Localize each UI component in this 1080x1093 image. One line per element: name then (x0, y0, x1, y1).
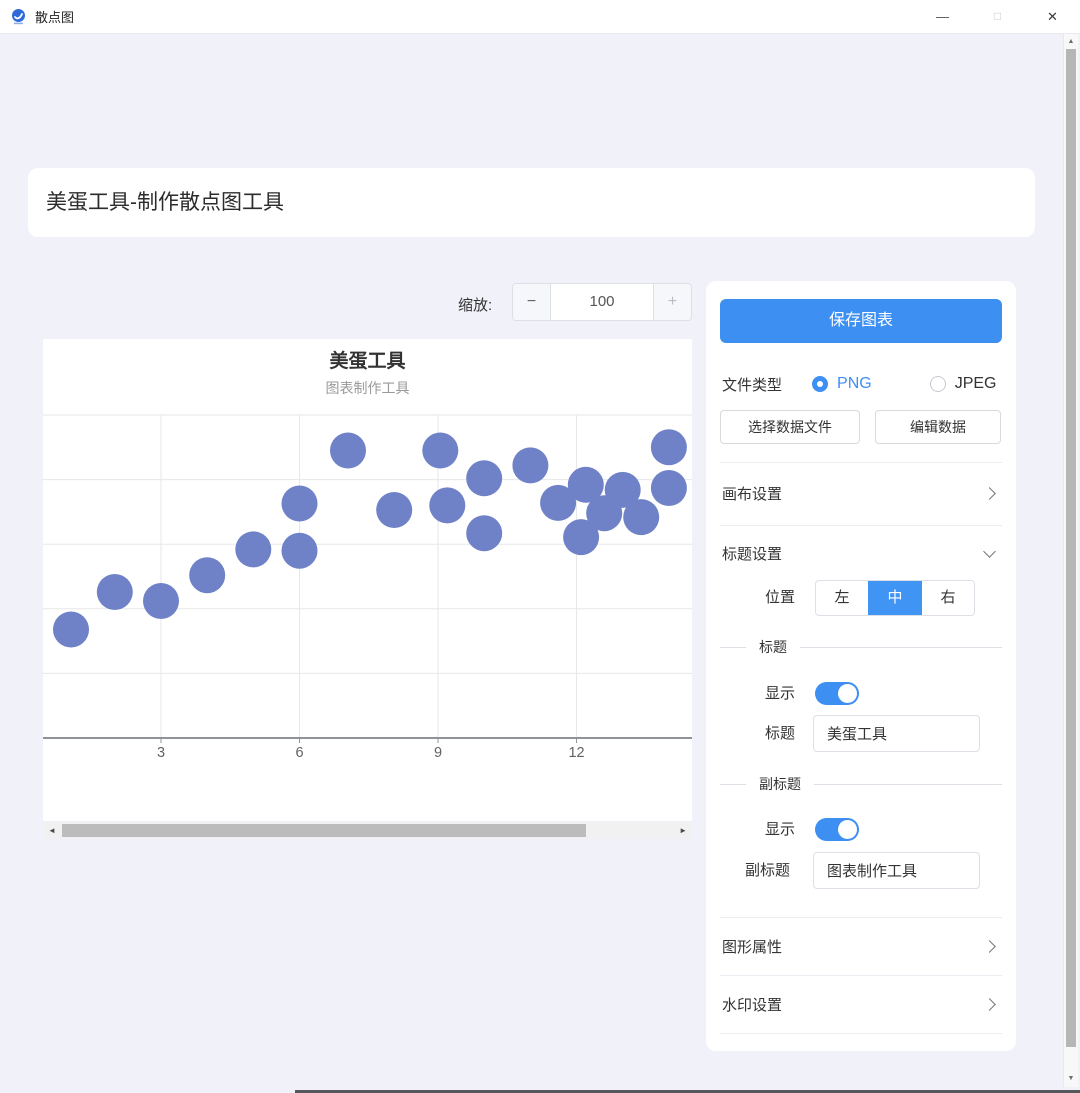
chevron-right-icon (983, 487, 996, 500)
title-bar: 散点图 — □ ✕ (0, 0, 1080, 34)
title-position-segmented: 左 中 右 (815, 580, 975, 616)
scroll-down-icon[interactable]: ▼ (1064, 1075, 1078, 1082)
x-axis-tick-label: 3 (157, 745, 165, 761)
scatter-point (376, 492, 412, 528)
chart-title: 美蛋工具 (329, 349, 405, 372)
position-left-option[interactable]: 左 (816, 581, 868, 615)
subtitle-show-toggle[interactable] (815, 818, 859, 841)
file-type-row: 文件类型 PNG JPEG (722, 372, 996, 396)
scatter-point (282, 533, 318, 569)
zoom-increase-button[interactable]: + (653, 284, 691, 320)
subtitle-show-label: 显示 (765, 818, 795, 842)
scatter-point (429, 487, 465, 523)
divider (720, 1033, 1002, 1034)
x-axis-tick-label: 9 (434, 745, 442, 761)
section-graph-properties[interactable]: 图形属性 (720, 917, 1002, 975)
title-group-divider: 标题 (720, 637, 1002, 657)
radio-jpeg-icon[interactable] (930, 376, 946, 392)
radio-png-icon[interactable] (812, 376, 828, 392)
app-logo-icon (10, 8, 27, 25)
scatter-point (235, 531, 271, 567)
chart-card: 3 6 9 12 美蛋工具 图表制作工具 (43, 339, 692, 821)
section-title-settings[interactable]: 标题设置 (720, 525, 1002, 581)
scatter-point (143, 583, 179, 619)
zoom-label: 缩放: (458, 294, 492, 315)
section-watermark-label: 水印设置 (720, 994, 782, 1015)
title-show-label: 显示 (765, 682, 795, 706)
scatter-point (651, 470, 687, 506)
toggle-knob (838, 684, 857, 703)
scroll-up-icon[interactable]: ▲ (1064, 38, 1078, 45)
position-right-option[interactable]: 右 (922, 581, 974, 615)
close-button[interactable]: ✕ (1025, 0, 1080, 33)
section-title-label: 标题设置 (720, 543, 782, 564)
toggle-knob (838, 820, 857, 839)
radio-jpeg-label[interactable]: JPEG (955, 375, 997, 393)
page-title: 美蛋工具-制作散点图工具 (28, 168, 1035, 237)
scatter-point (651, 429, 687, 465)
zoom-value[interactable]: 100 (551, 284, 653, 320)
page-vertical-scrollbar[interactable]: ▲ ▼ (1063, 33, 1078, 1087)
position-center-option[interactable]: 中 (868, 580, 922, 616)
divider-line (814, 784, 1002, 785)
save-chart-button[interactable]: 保存图表 (720, 299, 1002, 343)
scatter-point (97, 574, 133, 610)
vertical-scrollbar-thumb[interactable] (1066, 49, 1076, 1047)
divider-line (800, 647, 1002, 648)
scatter-point (189, 557, 225, 593)
scatter-point (422, 433, 458, 469)
x-axis-tick-label: 12 (568, 745, 584, 761)
scatter-point (623, 499, 659, 535)
scatter-point (512, 447, 548, 483)
scroll-left-icon[interactable]: ◄ (48, 822, 56, 839)
file-type-label: 文件类型 (722, 374, 782, 395)
x-axis-tick-label: 6 (295, 745, 303, 761)
header-card: 美蛋工具-制作散点图工具 (28, 168, 1035, 237)
radio-png-label[interactable]: PNG (837, 375, 872, 393)
scroll-right-icon[interactable]: ► (679, 822, 687, 839)
chart-horizontal-scrollbar[interactable]: ◄ ► (43, 822, 692, 839)
title-show-toggle[interactable] (815, 682, 859, 705)
divider-line (720, 647, 746, 648)
divider-line (720, 784, 746, 785)
section-watermark-settings[interactable]: 水印设置 (720, 975, 1002, 1033)
chevron-right-icon (983, 998, 996, 1011)
section-canvas-label: 画布设置 (720, 483, 782, 504)
title-input[interactable] (813, 715, 980, 752)
scatter-point (466, 460, 502, 496)
zoom-decrease-button[interactable]: − (513, 284, 551, 320)
scatter-chart: 3 6 9 12 美蛋工具 图表制作工具 (43, 339, 692, 821)
subtitle-input[interactable] (813, 852, 980, 889)
select-data-file-button[interactable]: 选择数据文件 (720, 410, 860, 444)
scatter-point (466, 515, 502, 551)
chart-subtitle: 图表制作工具 (326, 380, 410, 396)
horizontal-scrollbar-thumb[interactable] (62, 824, 586, 837)
subtitle-group-label: 副标题 (759, 774, 801, 794)
scatter-point (330, 433, 366, 469)
zoom-stepper: − 100 + (512, 283, 692, 321)
scatter-point (53, 612, 89, 648)
settings-panel: 保存图表 文件类型 PNG JPEG 选择数据文件 编辑数据 画布设置 标题设置… (706, 281, 1016, 1051)
window-title: 散点图 (35, 7, 74, 26)
title-group-label: 标题 (759, 637, 787, 657)
minimize-button[interactable]: — (915, 0, 970, 33)
section-graph-label: 图形属性 (720, 936, 782, 957)
position-label: 位置 (765, 580, 795, 616)
maximize-button[interactable]: □ (970, 0, 1025, 33)
title-field-label: 标题 (765, 715, 795, 752)
section-canvas-settings[interactable]: 画布设置 (720, 462, 1002, 525)
subtitle-field-label: 副标题 (745, 852, 790, 889)
scatter-point (282, 486, 318, 522)
chevron-right-icon (983, 940, 996, 953)
edit-data-button[interactable]: 编辑数据 (875, 410, 1001, 444)
window-controls: — □ ✕ (915, 0, 1080, 33)
chevron-down-icon (983, 545, 996, 558)
subtitle-group-divider: 副标题 (720, 774, 1002, 794)
